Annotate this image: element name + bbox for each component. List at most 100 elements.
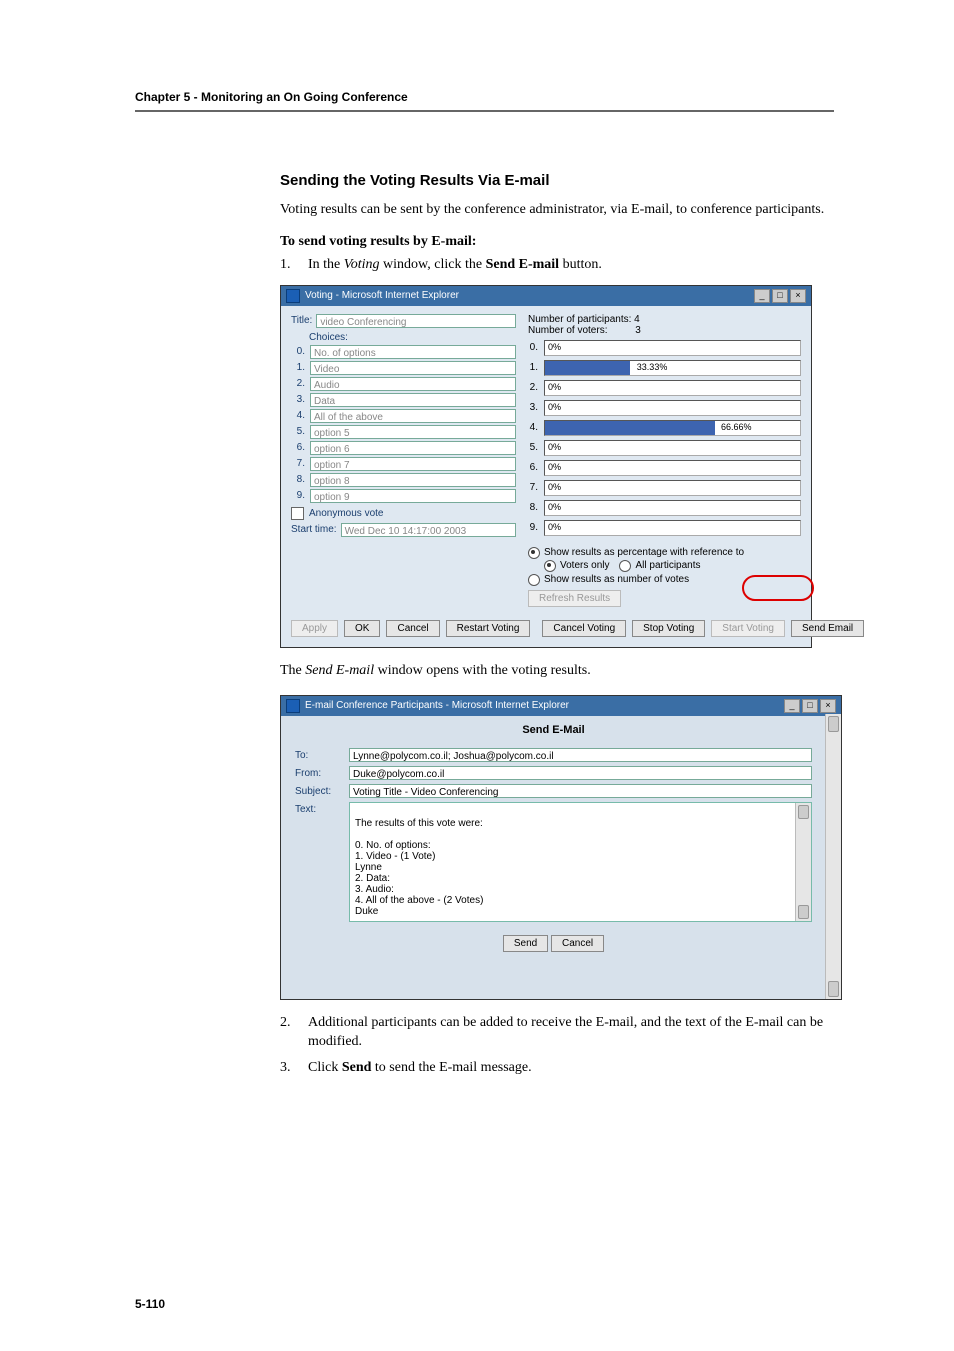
start-time-field[interactable]: Wed Dec 10 14:17:00 2003 bbox=[341, 523, 516, 537]
step-3-pre: Click bbox=[308, 1060, 342, 1075]
choice-field-5[interactable]: option 5 bbox=[310, 425, 516, 439]
start-voting-button[interactable]: Start Voting bbox=[711, 620, 785, 637]
maximize-icon[interactable]: □ bbox=[772, 289, 788, 303]
step-3: 3. Click Send to send the E-mail message… bbox=[280, 1059, 834, 1078]
text-label: Text: bbox=[295, 802, 343, 815]
radio-all-participants[interactable] bbox=[619, 560, 631, 572]
from-label: From: bbox=[295, 766, 343, 779]
refresh-results-button[interactable]: Refresh Results bbox=[528, 590, 621, 607]
num-participants-value: 4 bbox=[634, 314, 640, 325]
from-field[interactable]: Duke@polycom.co.il bbox=[349, 766, 812, 780]
choice-index-4: 4. bbox=[291, 410, 305, 421]
radio-voters-label: Voters only bbox=[560, 559, 609, 573]
stop-voting-button[interactable]: Stop Voting bbox=[632, 620, 705, 637]
step-3-bold: Send bbox=[342, 1060, 372, 1075]
email-window-titlebar: E-mail Conference Participants - Microso… bbox=[281, 696, 841, 716]
result-index-7: 7. bbox=[528, 482, 538, 493]
result-label-9: 0% bbox=[548, 522, 561, 532]
subject-label: Subject: bbox=[295, 784, 343, 797]
ok-button[interactable]: OK bbox=[344, 620, 380, 637]
caption-post: window opens with the voting results. bbox=[374, 663, 591, 678]
section-heading: Sending the Voting Results Via E-mail bbox=[280, 172, 834, 189]
step-3-number: 3. bbox=[280, 1059, 308, 1078]
title-label: Title: bbox=[291, 315, 312, 326]
choice-index-3: 3. bbox=[291, 394, 305, 405]
result-index-5: 5. bbox=[528, 442, 538, 453]
result-index-9: 9. bbox=[528, 522, 538, 533]
result-bar-2: 0% bbox=[544, 380, 801, 396]
radio-percentage[interactable] bbox=[528, 547, 540, 559]
choice-index-2: 2. bbox=[291, 378, 305, 389]
ie-icon bbox=[286, 699, 300, 713]
ie-icon bbox=[286, 289, 300, 303]
subject-field[interactable]: Voting Title - Video Conferencing bbox=[349, 784, 812, 798]
to-field[interactable]: Lynne@polycom.co.il; Joshua@polycom.co.i… bbox=[349, 748, 812, 762]
scroll-up-icon[interactable] bbox=[828, 716, 839, 732]
step-2-text: Additional participants can be added to … bbox=[308, 1014, 834, 1052]
caption-pre: The bbox=[280, 663, 305, 678]
choice-field-7[interactable]: option 7 bbox=[310, 457, 516, 471]
result-label-5: 0% bbox=[548, 442, 561, 452]
minimize-icon[interactable]: _ bbox=[784, 699, 800, 713]
email-header: Send E-Mail bbox=[281, 716, 826, 746]
choices-label: Choices: bbox=[309, 332, 516, 343]
maximize-icon[interactable]: □ bbox=[802, 699, 818, 713]
radio-number-votes[interactable] bbox=[528, 574, 540, 586]
send-email-button[interactable]: Send Email bbox=[791, 620, 864, 637]
step-2: 2. Additional participants can be added … bbox=[280, 1014, 834, 1052]
num-voters-label: Number of voters: bbox=[528, 325, 607, 336]
choice-index-5: 5. bbox=[291, 426, 305, 437]
anonymous-label: Anonymous vote bbox=[309, 508, 384, 519]
text-field[interactable]: The results of this vote were: 0. No. of… bbox=[349, 802, 812, 922]
step-1-number: 1. bbox=[280, 256, 308, 275]
scroll-down-icon[interactable] bbox=[828, 981, 839, 997]
result-bar-9: 0% bbox=[544, 520, 801, 536]
result-label-4: 66.66% bbox=[721, 422, 752, 432]
caption-italic: Send E-mail bbox=[305, 663, 374, 678]
page-number: 5-110 bbox=[135, 1297, 165, 1311]
choice-field-1[interactable]: Video bbox=[310, 361, 516, 375]
close-icon[interactable]: × bbox=[820, 699, 836, 713]
scroll-up-icon[interactable] bbox=[798, 805, 809, 819]
voting-window-titlebar: Voting - Microsoft Internet Explorer _ □… bbox=[281, 286, 811, 306]
result-index-1: 1. bbox=[528, 362, 538, 373]
title-field[interactable]: video Conferencing bbox=[316, 314, 516, 328]
choice-field-6[interactable]: option 6 bbox=[310, 441, 516, 455]
result-bar-5: 0% bbox=[544, 440, 801, 456]
minimize-icon[interactable]: _ bbox=[754, 289, 770, 303]
step-1-text-post: button. bbox=[559, 257, 602, 272]
window-scrollbar[interactable] bbox=[825, 714, 841, 999]
choice-field-4[interactable]: All of the above bbox=[310, 409, 516, 423]
textarea-scrollbar[interactable] bbox=[795, 803, 811, 921]
choice-field-3[interactable]: Data bbox=[310, 393, 516, 407]
step-1: 1. In the Voting window, click the Send … bbox=[280, 256, 834, 275]
choice-field-2[interactable]: Audio bbox=[310, 377, 516, 391]
result-bar-6: 0% bbox=[544, 460, 801, 476]
result-label-0: 0% bbox=[548, 342, 561, 352]
choice-index-1: 1. bbox=[291, 362, 305, 373]
choice-index-9: 9. bbox=[291, 490, 305, 501]
result-bar-3: 0% bbox=[544, 400, 801, 416]
scroll-down-icon[interactable] bbox=[798, 905, 809, 919]
anonymous-checkbox[interactable] bbox=[291, 507, 304, 520]
radio-percentage-label: Show results as percentage with referenc… bbox=[544, 546, 744, 560]
procedure-title: To send voting results by E-mail: bbox=[280, 234, 834, 250]
step-1-text-pre: In the bbox=[308, 257, 344, 272]
choice-field-9[interactable]: option 9 bbox=[310, 489, 516, 503]
cancel-voting-button[interactable]: Cancel Voting bbox=[542, 620, 626, 637]
result-label-7: 0% bbox=[548, 482, 561, 492]
choice-index-0: 0. bbox=[291, 346, 305, 357]
choice-field-0[interactable]: No. of options bbox=[310, 345, 516, 359]
close-icon[interactable]: × bbox=[790, 289, 806, 303]
radio-voters-only[interactable] bbox=[544, 560, 556, 572]
email-window-title: E-mail Conference Participants - Microso… bbox=[305, 700, 569, 711]
send-email-caption: The Send E-mail window opens with the vo… bbox=[280, 662, 834, 681]
result-index-3: 3. bbox=[528, 402, 538, 413]
radio-number-label: Show results as number of votes bbox=[544, 573, 689, 587]
choice-field-8[interactable]: option 8 bbox=[310, 473, 516, 487]
restart-voting-button[interactable]: Restart Voting bbox=[446, 620, 531, 637]
apply-button[interactable]: Apply bbox=[291, 620, 338, 637]
result-index-2: 2. bbox=[528, 382, 538, 393]
text-field-content: The results of this vote were: 0. No. of… bbox=[355, 818, 806, 917]
cancel-button[interactable]: Cancel bbox=[386, 620, 439, 637]
